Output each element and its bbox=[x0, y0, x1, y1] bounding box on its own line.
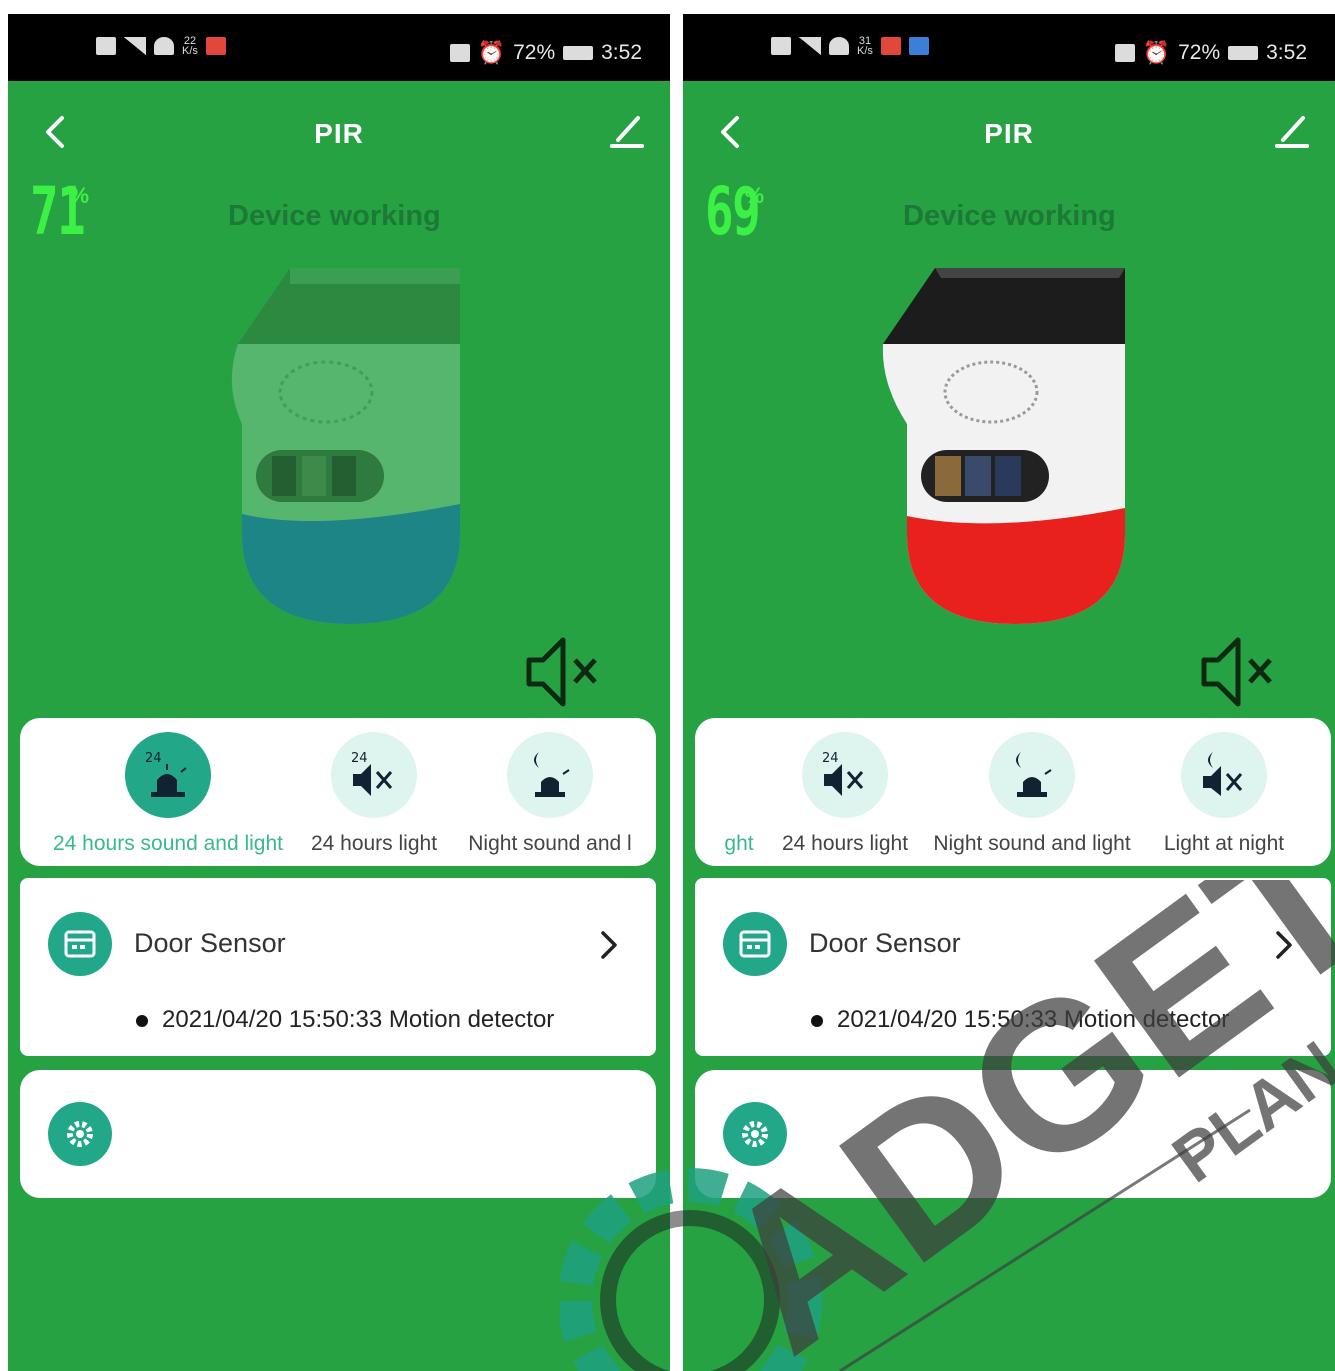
mode-icon-circle: 24 bbox=[331, 732, 417, 818]
gear-icon-circle bbox=[48, 1102, 112, 1166]
page-title: PIR bbox=[984, 118, 1034, 149]
edit-icon[interactable] bbox=[1271, 110, 1313, 152]
clock: 3:52 bbox=[601, 41, 642, 64]
battery-percent: 72% bbox=[1178, 41, 1221, 64]
battery-icon bbox=[563, 46, 594, 60]
mode-24h-sound-light[interactable]: ght bbox=[709, 732, 769, 856]
calendar-icon bbox=[64, 930, 96, 958]
mode-label: 24 hours sound and light bbox=[52, 832, 283, 855]
status-icons-right: ⏰ 72% 3:52 bbox=[1114, 40, 1307, 66]
mode-24h-light[interactable]: 24 24 hours light bbox=[775, 732, 915, 856]
sensor-card[interactable]: Door Sensor 2021/04/20 15:50:33 Motion d… bbox=[695, 878, 1331, 1056]
nfc-icon bbox=[1114, 44, 1135, 62]
mode-label: ght bbox=[724, 832, 754, 855]
battery-level: 69 % bbox=[705, 179, 764, 245]
settings-card[interactable] bbox=[20, 1070, 656, 1198]
alarm-icon: ⏰ bbox=[1142, 40, 1171, 65]
calendar-icon-circle bbox=[48, 912, 112, 976]
battery-value: 69 bbox=[705, 173, 761, 250]
mode-24h-sound-light[interactable]: 24 24 hours sound and light bbox=[48, 732, 288, 856]
svg-text:24: 24 bbox=[145, 751, 162, 766]
status-bar: 22 K/s ⏰ 72% 3:52 bbox=[8, 14, 670, 81]
mode-light-at-night[interactable]: Light at night bbox=[1149, 732, 1299, 856]
mute-icon[interactable] bbox=[523, 632, 609, 712]
mute-siren-icon: 24 bbox=[351, 751, 393, 796]
svg-text:24: 24 bbox=[822, 751, 839, 766]
device-status: Device working bbox=[228, 200, 441, 232]
mute-icon[interactable] bbox=[1198, 632, 1284, 712]
battery-value: 71 bbox=[30, 173, 86, 250]
sensor-title: Door Sensor bbox=[134, 928, 286, 958]
battery-level: 71 % bbox=[30, 179, 89, 245]
status-icons-left: 31 K/s bbox=[771, 35, 929, 57]
status-icons-left: 22 K/s bbox=[96, 35, 226, 57]
mode-label: Night sound and l bbox=[468, 832, 632, 855]
mode-label: 24 hours light bbox=[310, 832, 438, 855]
log-entry: 2021/04/20 15:50:33 Motion detector bbox=[837, 1006, 1230, 1033]
nav-bar: PIR bbox=[8, 104, 670, 164]
chevron-right-icon[interactable] bbox=[600, 930, 618, 960]
chevron-right-icon[interactable] bbox=[1275, 930, 1293, 960]
moon-siren-icon bbox=[1016, 752, 1052, 797]
sensor-card[interactable]: Door Sensor 2021/04/20 15:50:33 Motion d… bbox=[20, 878, 656, 1056]
log-bullet bbox=[136, 1015, 148, 1027]
mode-icon-circle bbox=[989, 732, 1075, 818]
notification-icon bbox=[880, 37, 901, 55]
calendar-icon-circle bbox=[723, 912, 787, 976]
mode-label: 24 hours light bbox=[781, 832, 909, 855]
gear-icon bbox=[742, 1121, 768, 1147]
mode-icon-circle bbox=[507, 732, 593, 818]
mode-icon-circle: 24 bbox=[125, 732, 211, 818]
battery-percent: 72% bbox=[513, 41, 556, 64]
nav-bar: PIR bbox=[683, 104, 1335, 164]
status-bar: 31 K/s ⏰ 72% 3:52 bbox=[683, 14, 1335, 81]
network-speed: 22 K/s bbox=[182, 35, 198, 57]
network-speed: 31 K/s bbox=[857, 35, 873, 57]
mode-24h-light[interactable]: 24 24 hours light bbox=[304, 732, 444, 856]
mute-siren-icon: 24 bbox=[822, 751, 864, 796]
mode-label: Light at night bbox=[1163, 832, 1285, 855]
mode-label: Night sound and light bbox=[933, 832, 1131, 855]
device-image bbox=[231, 268, 460, 624]
device-image bbox=[882, 268, 1125, 624]
mode-night-sound-light[interactable]: Night sound and light bbox=[927, 732, 1137, 856]
notification-icon bbox=[205, 37, 226, 55]
calendar-icon bbox=[739, 930, 771, 958]
status-icons-right: ⏰ 72% 3:52 bbox=[449, 40, 642, 66]
sim-icon bbox=[96, 37, 116, 55]
alarm-icon: ⏰ bbox=[477, 40, 506, 65]
signal-icon bbox=[124, 37, 146, 55]
mode-icon-circle bbox=[1181, 732, 1267, 818]
log-bullet bbox=[811, 1015, 823, 1027]
mode-selector: 24 24 hours sound and light 24 24 hours … bbox=[20, 718, 656, 866]
sensor-title: Door Sensor bbox=[809, 928, 961, 958]
nfc-icon bbox=[449, 44, 470, 62]
mode-icon-circle: 24 bbox=[802, 732, 888, 818]
phone-screen-left: 22 K/s ⏰ 72% 3:52 PIR 71 % Device working bbox=[8, 14, 670, 1371]
page-title: PIR bbox=[314, 118, 364, 149]
mode-selector: ght 24 24 hours light Night sound and li… bbox=[695, 718, 1331, 866]
svg-text:24: 24 bbox=[351, 751, 368, 766]
settings-card[interactable] bbox=[695, 1070, 1331, 1198]
app-notification-icon bbox=[908, 37, 929, 55]
log-entry: 2021/04/20 15:50:33 Motion detector bbox=[162, 1006, 555, 1033]
wifi-icon bbox=[829, 37, 849, 55]
moon-siren-icon bbox=[534, 752, 570, 797]
device-status: Device working bbox=[903, 200, 1116, 232]
battery-icon bbox=[1228, 46, 1259, 60]
signal-icon bbox=[799, 37, 821, 55]
gear-icon-circle bbox=[723, 1102, 787, 1166]
gear-icon bbox=[67, 1121, 93, 1147]
siren-icon: 24 bbox=[145, 751, 187, 797]
phone-screen-right: 31 K/s ⏰ 72% 3:52 PIR 69 % Device working bbox=[683, 14, 1335, 1371]
moon-mute-icon bbox=[1203, 752, 1243, 796]
sim-icon bbox=[771, 37, 791, 55]
wifi-icon bbox=[154, 37, 174, 55]
clock: 3:52 bbox=[1266, 41, 1307, 64]
mode-night-sound-light[interactable]: Night sound and l bbox=[460, 732, 640, 856]
edit-icon[interactable] bbox=[606, 110, 648, 152]
